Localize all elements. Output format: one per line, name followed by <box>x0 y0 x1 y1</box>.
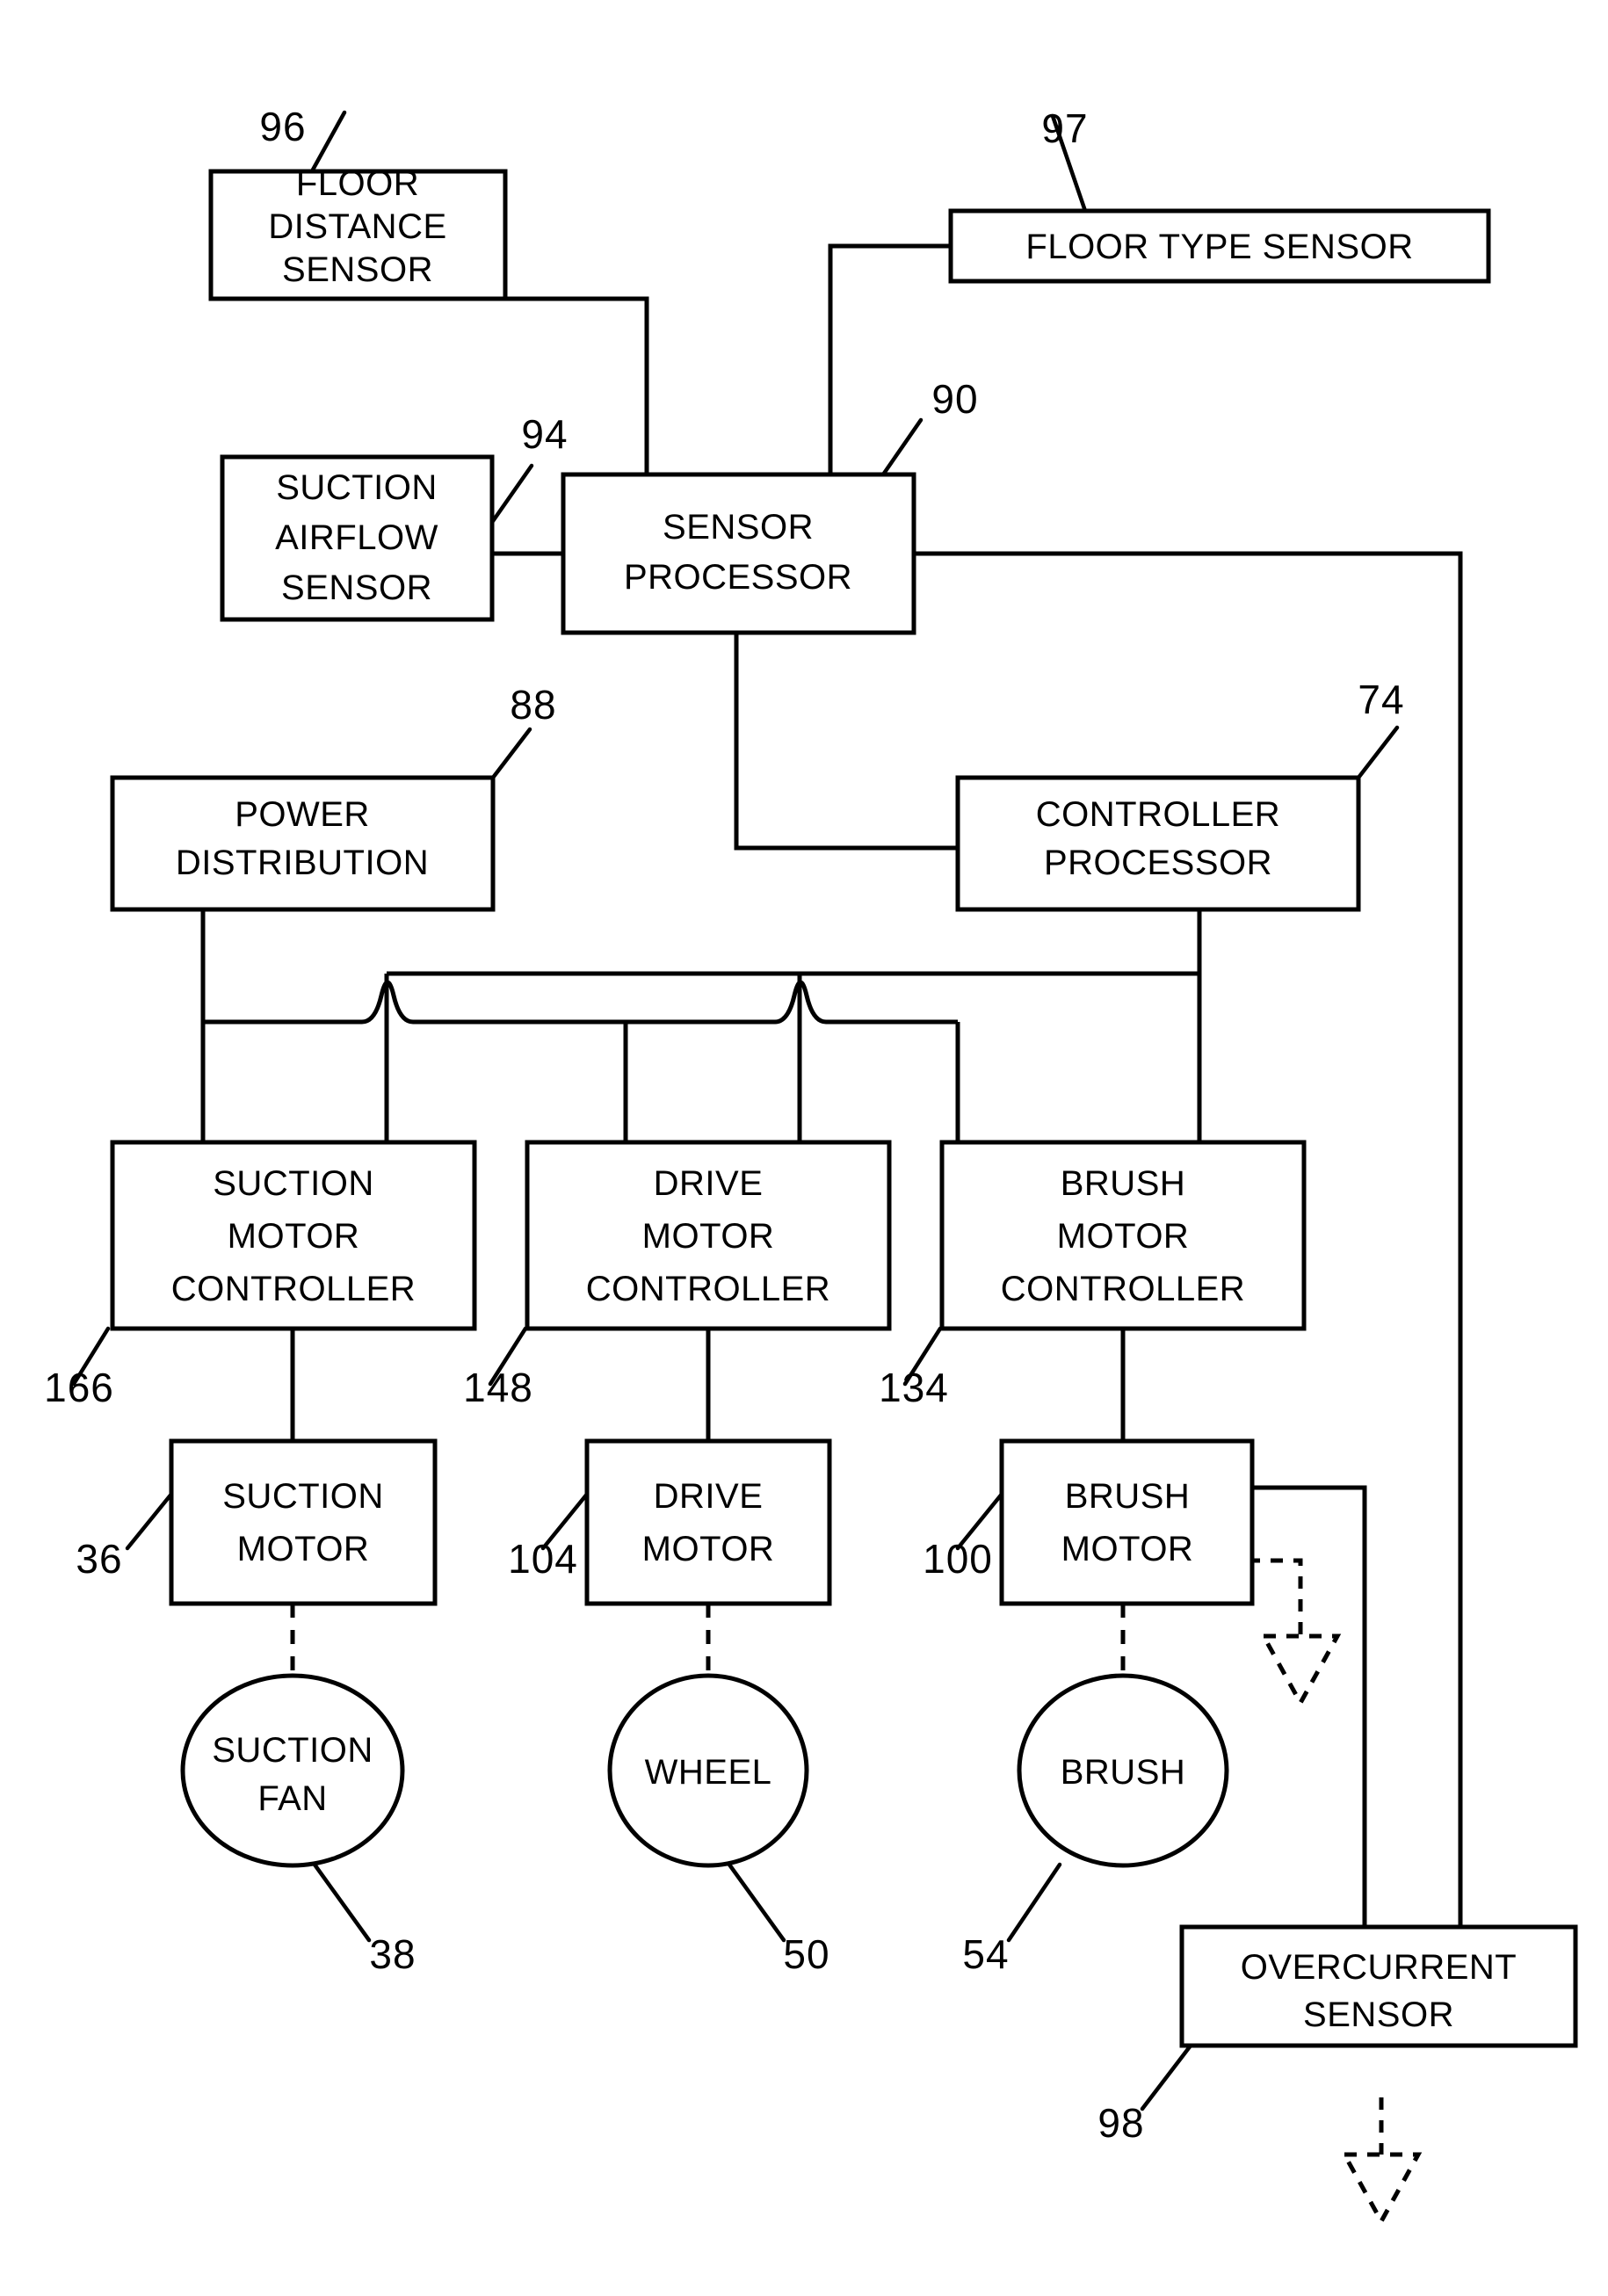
ref-numeral-38: 38 <box>369 1931 416 1977</box>
node-suction-fan[interactable] <box>180 1673 405 1868</box>
suction-fan-label-0: SUCTION <box>212 1731 373 1770</box>
floor-distance-sensor-label-2: SENSOR <box>282 250 433 289</box>
brush-motor-controller-label-2: CONTROLLER <box>1001 1270 1245 1308</box>
wire-sensor-processor-to-controller-processor <box>734 633 958 851</box>
ref-numeral-104: 104 <box>508 1536 578 1582</box>
dashed-arrowhead-overcurrent <box>1340 2152 1423 2227</box>
node-suction-motor[interactable] <box>169 1438 438 1606</box>
node-brush-motor[interactable] <box>999 1438 1255 1606</box>
ref-numeral-100: 100 <box>923 1536 993 1582</box>
patent-figure-canvas: FLOOR DISTANCE SENSOR FLOOR TYPE SENSOR … <box>0 0 1608 2296</box>
node-sensor-processor[interactable] <box>561 472 916 635</box>
suction-motor-label-1: MOTOR <box>237 1530 370 1568</box>
suction-motor-label-0: SUCTION <box>222 1477 384 1516</box>
ref-numeral-148: 148 <box>463 1365 533 1410</box>
ref-numeral-97: 97 <box>1041 105 1088 151</box>
drive-motor-label-1: MOTOR <box>642 1530 775 1568</box>
ref-numeral-88: 88 <box>510 682 556 728</box>
node-drive-motor[interactable] <box>584 1438 832 1606</box>
brush-motor-label-1: MOTOR <box>1061 1530 1194 1568</box>
leader-50 <box>727 1862 786 1943</box>
leader-98 <box>1140 2043 1193 2111</box>
power-distribution-label-1: DISTRIBUTION <box>176 844 429 882</box>
suction-motor-controller-label-1: MOTOR <box>228 1217 360 1256</box>
sensor-processor-label-0: SENSOR <box>663 508 814 547</box>
leader-54 <box>1006 1862 1062 1943</box>
floor-distance-sensor-label-0: FLOOR <box>296 164 419 203</box>
controller-processor-label-0: CONTROLLER <box>1036 795 1280 834</box>
brush-motor-controller-label-1: MOTOR <box>1057 1217 1190 1256</box>
ref-numeral-74: 74 <box>1358 677 1404 722</box>
ref-numeral-134: 134 <box>879 1365 949 1410</box>
wire-floor-type-to-sensor-processor <box>828 243 951 474</box>
ref-numeral-166: 166 <box>44 1365 114 1410</box>
drive-motor-controller-label-2: CONTROLLER <box>586 1270 830 1308</box>
wheel-label-0: WHEEL <box>645 1753 772 1792</box>
suction-airflow-sensor-label-1: AIRFLOW <box>275 518 438 557</box>
ref-numeral-90: 90 <box>931 376 978 422</box>
floor-distance-sensor-label-1: DISTANCE <box>268 207 446 246</box>
dashed-arrowhead-brush-motor <box>1259 1633 1342 1708</box>
overcurrent-sensor-label-1: SENSOR <box>1303 1995 1454 2034</box>
sensor-processor-label-1: PROCESSOR <box>624 558 852 597</box>
brush-motor-label-0: BRUSH <box>1065 1477 1191 1516</box>
drive-motor-controller-label-0: DRIVE <box>654 1164 764 1203</box>
power-distribution-label-0: POWER <box>235 795 370 834</box>
leader-90 <box>879 417 924 480</box>
ref-numeral-94: 94 <box>521 411 568 457</box>
brush-label-0: BRUSH <box>1061 1753 1186 1792</box>
suction-fan-label-1: FAN <box>257 1779 327 1818</box>
dashed-arrow-brush-motor-continuation <box>1248 1558 1303 1636</box>
suction-motor-controller-label-2: CONTROLLER <box>171 1270 416 1308</box>
ref-numeral-36: 36 <box>76 1536 122 1582</box>
suction-airflow-sensor-label-0: SUCTION <box>276 468 438 507</box>
drive-motor-label-0: DRIVE <box>654 1477 764 1516</box>
ref-numeral-96: 96 <box>259 104 306 149</box>
power-bus-line <box>203 980 958 1025</box>
suction-motor-controller-label-0: SUCTION <box>213 1164 374 1203</box>
drive-motor-controller-label-1: MOTOR <box>642 1217 775 1256</box>
ref-numeral-54: 54 <box>962 1931 1009 1977</box>
leader-74 <box>1356 725 1400 780</box>
block-diagram: FLOOR DISTANCE SENSOR FLOOR TYPE SENSOR … <box>44 104 1578 2227</box>
floor-type-sensor-label-0: FLOOR TYPE SENSOR <box>1025 228 1413 266</box>
ref-numeral-98: 98 <box>1097 2100 1144 2146</box>
brush-motor-controller-label-0: BRUSH <box>1061 1164 1186 1203</box>
leader-88 <box>490 727 532 780</box>
ref-numeral-50: 50 <box>783 1931 829 1977</box>
controller-processor-label-1: PROCESSOR <box>1044 844 1272 882</box>
leader-38 <box>312 1862 372 1943</box>
wire-brush-motor-to-overcurrent-sensor <box>1252 1485 1367 1927</box>
overcurrent-sensor-label-0: OVERCURRENT <box>1241 1948 1517 1987</box>
leader-96 <box>309 110 347 174</box>
suction-airflow-sensor-label-2: SENSOR <box>281 569 432 607</box>
